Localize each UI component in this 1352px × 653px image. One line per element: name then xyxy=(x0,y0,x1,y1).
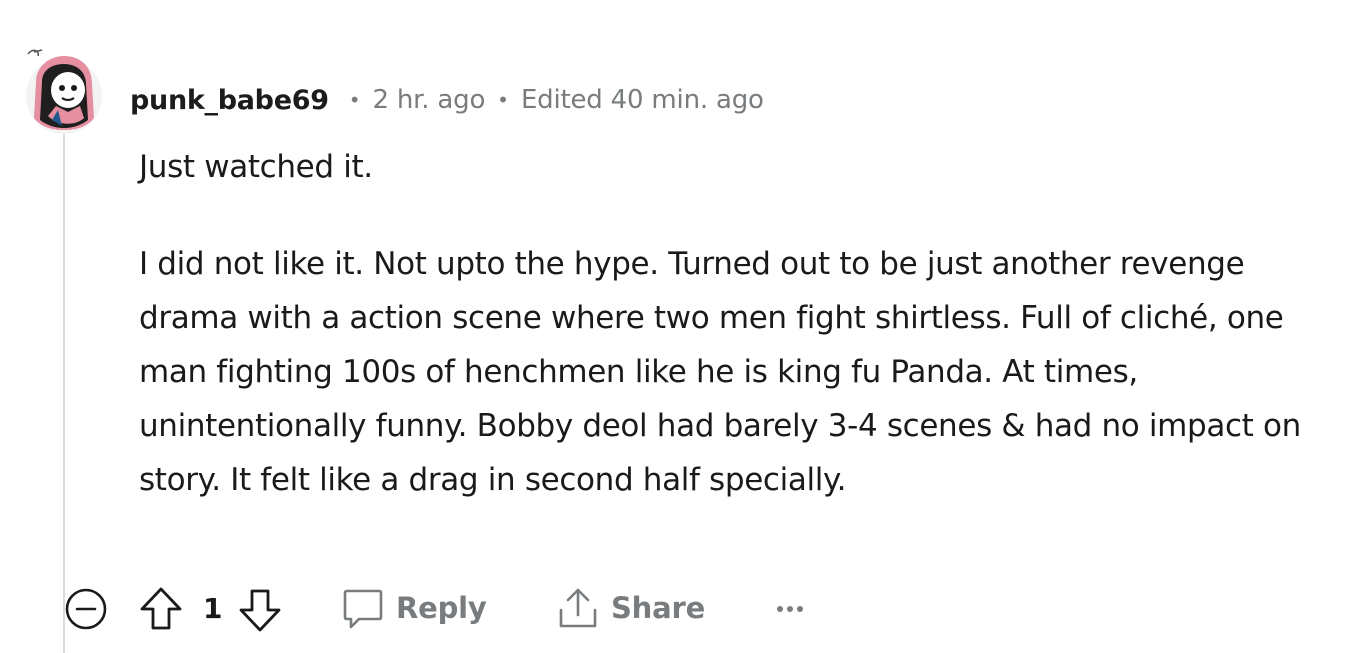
downvote-icon xyxy=(239,589,281,632)
reply-button[interactable]: Reply xyxy=(342,586,487,630)
share-icon xyxy=(559,588,597,628)
downvote-button[interactable] xyxy=(238,587,282,633)
vote-count: 1 xyxy=(203,592,223,625)
comment-actions: 1 Reply Share xyxy=(0,584,1352,634)
thread-line[interactable] xyxy=(63,132,65,653)
reply-label: Reply xyxy=(396,591,487,625)
upvote-icon xyxy=(140,587,182,630)
share-label: Share xyxy=(611,591,706,625)
more-icon xyxy=(777,606,803,612)
username-link[interactable]: punk_babe69 xyxy=(130,85,329,116)
comment-paragraph: Just watched it. xyxy=(139,149,373,185)
separator-dot: • xyxy=(348,88,361,112)
comment-meta: punk_babe69 • 2 hr. ago • Edited 40 min.… xyxy=(130,80,764,120)
collapse-icon xyxy=(65,588,107,630)
reply-icon xyxy=(343,589,383,629)
separator-dot: • xyxy=(497,88,509,112)
more-options-button[interactable] xyxy=(774,594,806,624)
comment-paragraph: I did not like it. Not upto the hype. Tu… xyxy=(139,246,1301,498)
edited-time: Edited 40 min. ago xyxy=(520,85,764,115)
collapse-button[interactable] xyxy=(64,587,108,631)
post-time[interactable]: 2 hr. ago xyxy=(372,85,485,115)
share-button[interactable]: Share xyxy=(557,586,705,630)
upvote-button[interactable] xyxy=(139,586,183,632)
comment-body: Just watched it. I did not like it. Not … xyxy=(139,140,1329,507)
avatar-icon xyxy=(26,49,102,134)
user-avatar[interactable] xyxy=(22,46,106,134)
